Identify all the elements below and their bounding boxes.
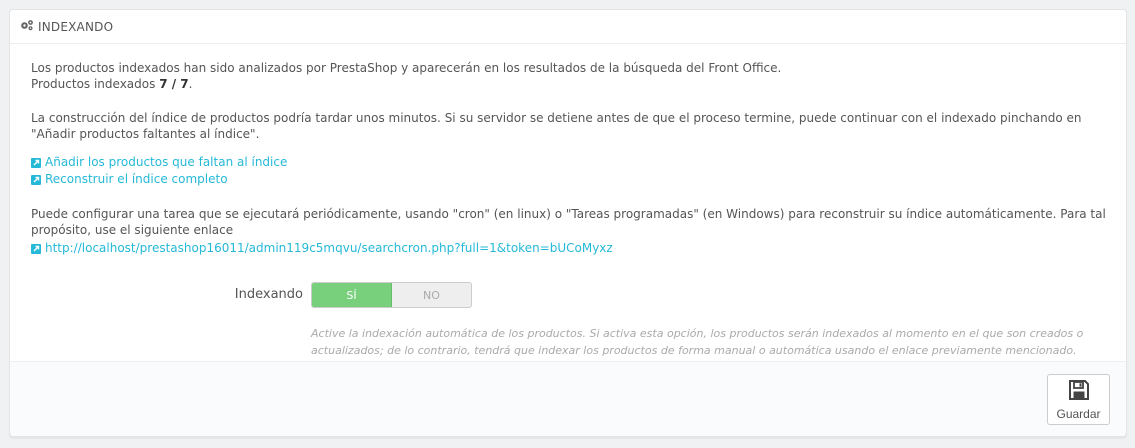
panel-footer: Guardar [10, 361, 1126, 436]
toggle-yes-option[interactable]: SÍ [312, 283, 392, 307]
indexing-help-text: Active la indexación automática de los p… [311, 327, 1084, 357]
toggle-no-option[interactable]: NO [392, 283, 471, 307]
gears-icon [20, 19, 38, 34]
cron-url-label: http://localhost/prestashop16011/admin11… [45, 241, 613, 255]
indexed-count: 7 / 7 [159, 77, 189, 91]
cron-url-wrap: http://localhost/prestashop16011/admin11… [31, 240, 613, 257]
indexed-label: Productos indexados [31, 77, 156, 91]
save-icon [1068, 379, 1090, 407]
save-label: Guardar [1056, 406, 1101, 421]
panel-title: INDEXANDO [38, 19, 114, 34]
indexing-panel: INDEXANDO Los productos indexados han si… [9, 9, 1127, 437]
rebuild-note: La construcción del índice de productos … [31, 111, 1082, 141]
external-link-icon [31, 243, 41, 254]
add-missing-link[interactable]: Añadir los productos que faltan al índic… [31, 154, 287, 171]
add-missing-label: Añadir los productos que faltan al índic… [45, 155, 288, 169]
rebuild-index-link[interactable]: Reconstruir el índice completo [31, 171, 287, 188]
indexing-field-label: Indexando [234, 287, 303, 302]
index-links: Añadir los productos que faltan al índic… [31, 154, 287, 188]
cron-url-link[interactable]: http://localhost/prestashop16011/admin11… [31, 240, 613, 257]
cron-note: Puede configurar una tarea que se ejecut… [31, 207, 1106, 237]
panel-heading: INDEXANDO [10, 10, 1126, 44]
indexed-suffix: . [188, 77, 193, 91]
external-link-icon [31, 157, 41, 168]
intro-sentence: Los productos indexados han sido analiza… [31, 61, 782, 75]
rebuild-index-label: Reconstruir el índice completo [45, 172, 228, 186]
indexing-toggle[interactable]: SÍ NO [311, 282, 472, 308]
external-link-icon [31, 174, 41, 185]
intro-text: Los productos indexados han sido analiza… [31, 60, 1111, 92]
save-button[interactable]: Guardar [1047, 374, 1110, 425]
